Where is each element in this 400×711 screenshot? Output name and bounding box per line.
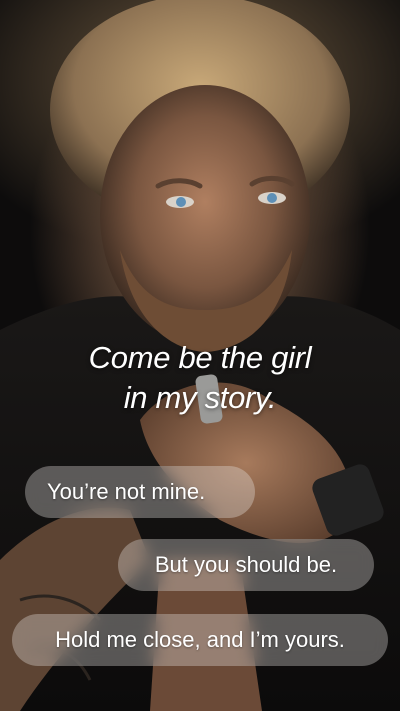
headline: Come be the girl in my story. (0, 338, 400, 418)
story-screen: Come be the girl in my story. You’re not… (0, 0, 400, 711)
message-bubble-3: Hold me close, and I’m yours. (12, 614, 388, 666)
message-bubble-1: You’re not mine. (25, 466, 255, 518)
headline-line-1: Come be the girl (88, 340, 312, 375)
headline-line-2: in my story. (123, 380, 277, 415)
message-bubble-2: But you should be. (118, 539, 374, 591)
face-shape (100, 85, 310, 345)
